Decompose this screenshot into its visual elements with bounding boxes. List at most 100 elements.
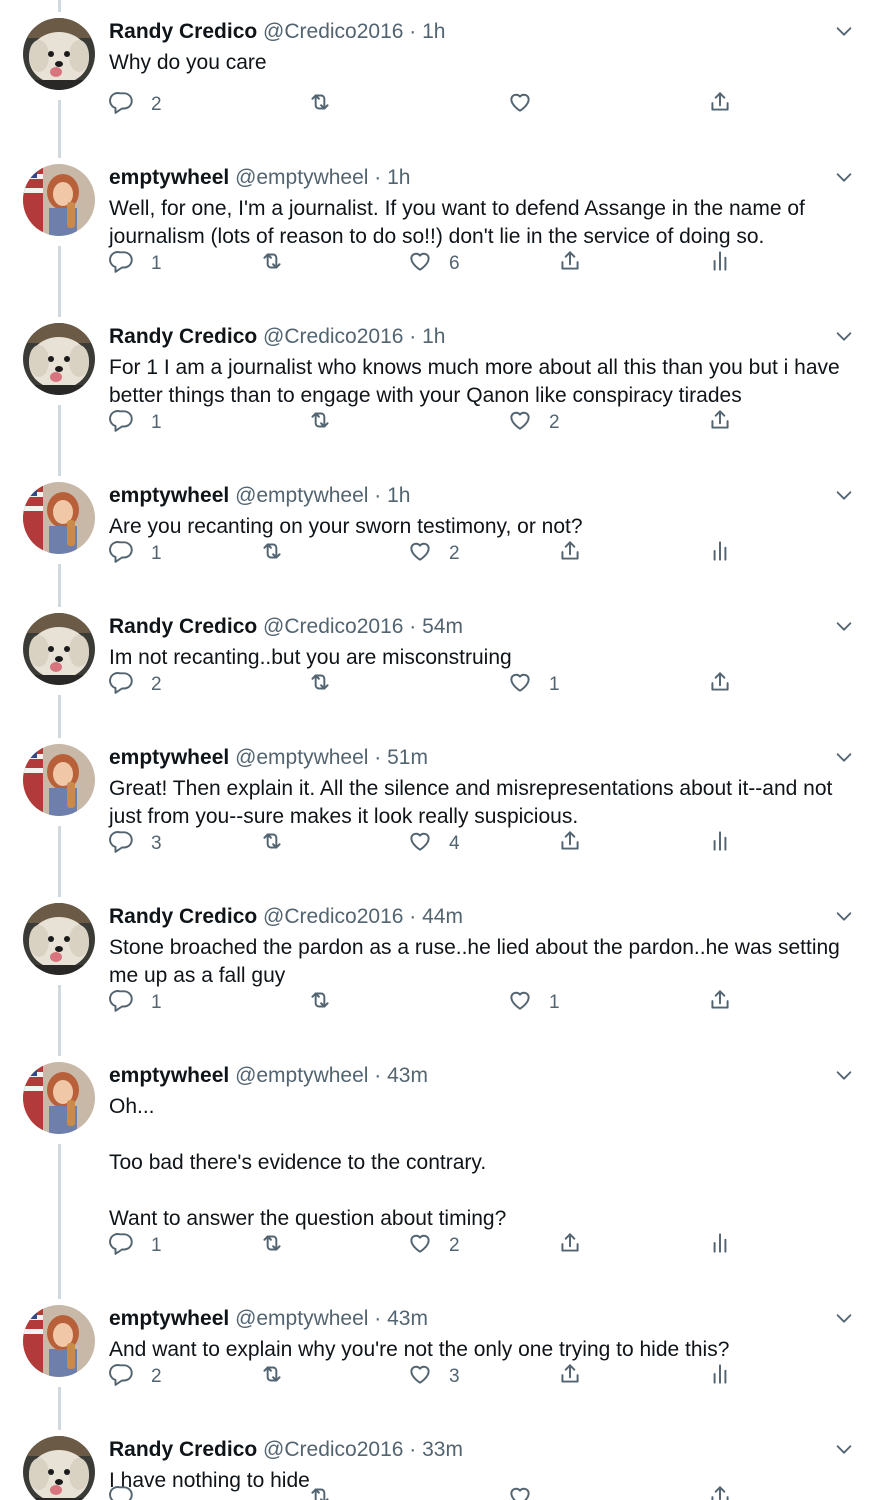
tweet[interactable]: Randy Credico @Credico2016 · 1h Why do yo…: [0, 0, 877, 146]
analytics-button[interactable]: [707, 1362, 733, 1392]
tweet[interactable]: emptywheel @emptywheel · 43m Oh... Too ba…: [0, 1044, 877, 1287]
retweet-button[interactable]: [307, 988, 349, 1018]
author-name[interactable]: emptywheel: [109, 166, 229, 189]
analytics-button[interactable]: [707, 829, 733, 859]
author-handle[interactable]: @Credico2016: [263, 20, 403, 43]
author-handle[interactable]: @emptywheel: [235, 1064, 368, 1087]
author-name[interactable]: Randy Credico: [109, 905, 257, 928]
chevron-down-icon[interactable]: [833, 20, 855, 42]
tweet-timestamp[interactable]: 43m: [387, 1064, 428, 1087]
share-button[interactable]: [557, 1362, 583, 1392]
author-handle[interactable]: @emptywheel: [235, 1307, 368, 1330]
woman-avatar[interactable]: [23, 1305, 95, 1377]
like-button[interactable]: 2: [407, 539, 460, 569]
reply-button[interactable]: 2: [109, 1362, 162, 1392]
woman-avatar[interactable]: [23, 1062, 95, 1134]
share-button[interactable]: [557, 1231, 583, 1261]
author-name[interactable]: Randy Credico: [109, 20, 257, 43]
like-button[interactable]: [507, 1484, 549, 1500]
reply-button[interactable]: 2: [109, 90, 162, 120]
author-name[interactable]: Randy Credico: [109, 1438, 257, 1461]
woman-avatar[interactable]: [23, 164, 95, 236]
chevron-down-icon[interactable]: [833, 746, 855, 768]
author-name[interactable]: emptywheel: [109, 484, 229, 507]
author-handle[interactable]: @Credico2016: [263, 325, 403, 348]
chevron-down-icon[interactable]: [833, 166, 855, 188]
dog-avatar[interactable]: [23, 613, 95, 685]
chevron-down-icon[interactable]: [833, 905, 855, 927]
author-name[interactable]: emptywheel: [109, 746, 229, 769]
analytics-button[interactable]: [707, 539, 733, 569]
reply-button[interactable]: 1: [109, 249, 162, 279]
like-button[interactable]: 1: [507, 670, 560, 700]
author-handle[interactable]: @Credico2016: [263, 615, 403, 638]
tweet-timestamp[interactable]: 1h: [387, 166, 410, 189]
tweet-timestamp[interactable]: 1h: [422, 20, 445, 43]
reply-button[interactable]: 1: [109, 1231, 162, 1261]
retweet-button[interactable]: [307, 90, 349, 120]
like-button[interactable]: 1: [507, 988, 560, 1018]
woman-avatar[interactable]: [23, 744, 95, 816]
retweet-button[interactable]: [307, 408, 349, 438]
tweet-timestamp[interactable]: 44m: [422, 905, 463, 928]
tweet-timestamp[interactable]: 1h: [422, 325, 445, 348]
reply-button[interactable]: [109, 1484, 151, 1500]
like-button[interactable]: 2: [507, 408, 560, 438]
chevron-down-icon[interactable]: [833, 484, 855, 506]
tweet-timestamp[interactable]: 1h: [387, 484, 410, 507]
author-handle[interactable]: @emptywheel: [235, 746, 368, 769]
dog-avatar[interactable]: [23, 18, 95, 90]
tweet[interactable]: Randy Credico @Credico2016 · 33m I have n…: [0, 1418, 877, 1500]
retweet-button[interactable]: [259, 539, 301, 569]
author-handle[interactable]: @emptywheel: [235, 166, 368, 189]
reply-button[interactable]: 1: [109, 988, 162, 1018]
author-handle[interactable]: @Credico2016: [263, 905, 403, 928]
tweet[interactable]: emptywheel @emptywheel · 51m Great! Then …: [0, 726, 877, 885]
tweet[interactable]: emptywheel @emptywheel · 1h Are you recan…: [0, 464, 877, 595]
author-name[interactable]: Randy Credico: [109, 615, 257, 638]
tweet[interactable]: emptywheel @emptywheel · 43m And want to …: [0, 1287, 877, 1418]
retweet-button[interactable]: [259, 1362, 301, 1392]
author-name[interactable]: Randy Credico: [109, 325, 257, 348]
retweet-button[interactable]: [259, 1231, 301, 1261]
share-button[interactable]: [707, 408, 733, 438]
author-handle[interactable]: @Credico2016: [263, 1438, 403, 1461]
share-button[interactable]: [707, 988, 733, 1018]
author-handle[interactable]: @emptywheel: [235, 484, 368, 507]
tweet[interactable]: Randy Credico @Credico2016 · 54m Im not r…: [0, 595, 877, 726]
woman-avatar[interactable]: [23, 482, 95, 554]
reply-button[interactable]: 2: [109, 670, 162, 700]
like-button[interactable]: 2: [407, 1231, 460, 1261]
share-button[interactable]: [557, 539, 583, 569]
tweet[interactable]: Randy Credico @Credico2016 · 44m Stone br…: [0, 885, 877, 1044]
tweet-timestamp[interactable]: 54m: [422, 615, 463, 638]
share-button[interactable]: [707, 670, 733, 700]
retweet-button[interactable]: [307, 1484, 349, 1500]
tweet-timestamp[interactable]: 51m: [387, 746, 428, 769]
tweet[interactable]: Randy Credico @Credico2016 · 1h For 1 I a…: [0, 305, 877, 464]
analytics-button[interactable]: [707, 1231, 733, 1261]
chevron-down-icon[interactable]: [833, 1064, 855, 1086]
tweet-timestamp[interactable]: 33m: [422, 1438, 463, 1461]
like-button[interactable]: [507, 90, 549, 120]
share-button[interactable]: [557, 249, 583, 279]
reply-button[interactable]: 1: [109, 539, 162, 569]
dog-avatar[interactable]: [23, 1436, 95, 1500]
analytics-button[interactable]: [707, 249, 733, 279]
author-name[interactable]: emptywheel: [109, 1064, 229, 1087]
retweet-button[interactable]: [259, 829, 301, 859]
reply-button[interactable]: 3: [109, 829, 162, 859]
chevron-down-icon[interactable]: [833, 1307, 855, 1329]
share-button[interactable]: [707, 90, 733, 120]
reply-button[interactable]: 1: [109, 408, 162, 438]
like-button[interactable]: 4: [407, 829, 460, 859]
chevron-down-icon[interactable]: [833, 615, 855, 637]
author-name[interactable]: emptywheel: [109, 1307, 229, 1330]
retweet-button[interactable]: [307, 670, 349, 700]
like-button[interactable]: 6: [407, 249, 460, 279]
chevron-down-icon[interactable]: [833, 1438, 855, 1460]
dog-avatar[interactable]: [23, 903, 95, 975]
tweet-timestamp[interactable]: 43m: [387, 1307, 428, 1330]
share-button[interactable]: [707, 1484, 733, 1500]
like-button[interactable]: 3: [407, 1362, 460, 1392]
